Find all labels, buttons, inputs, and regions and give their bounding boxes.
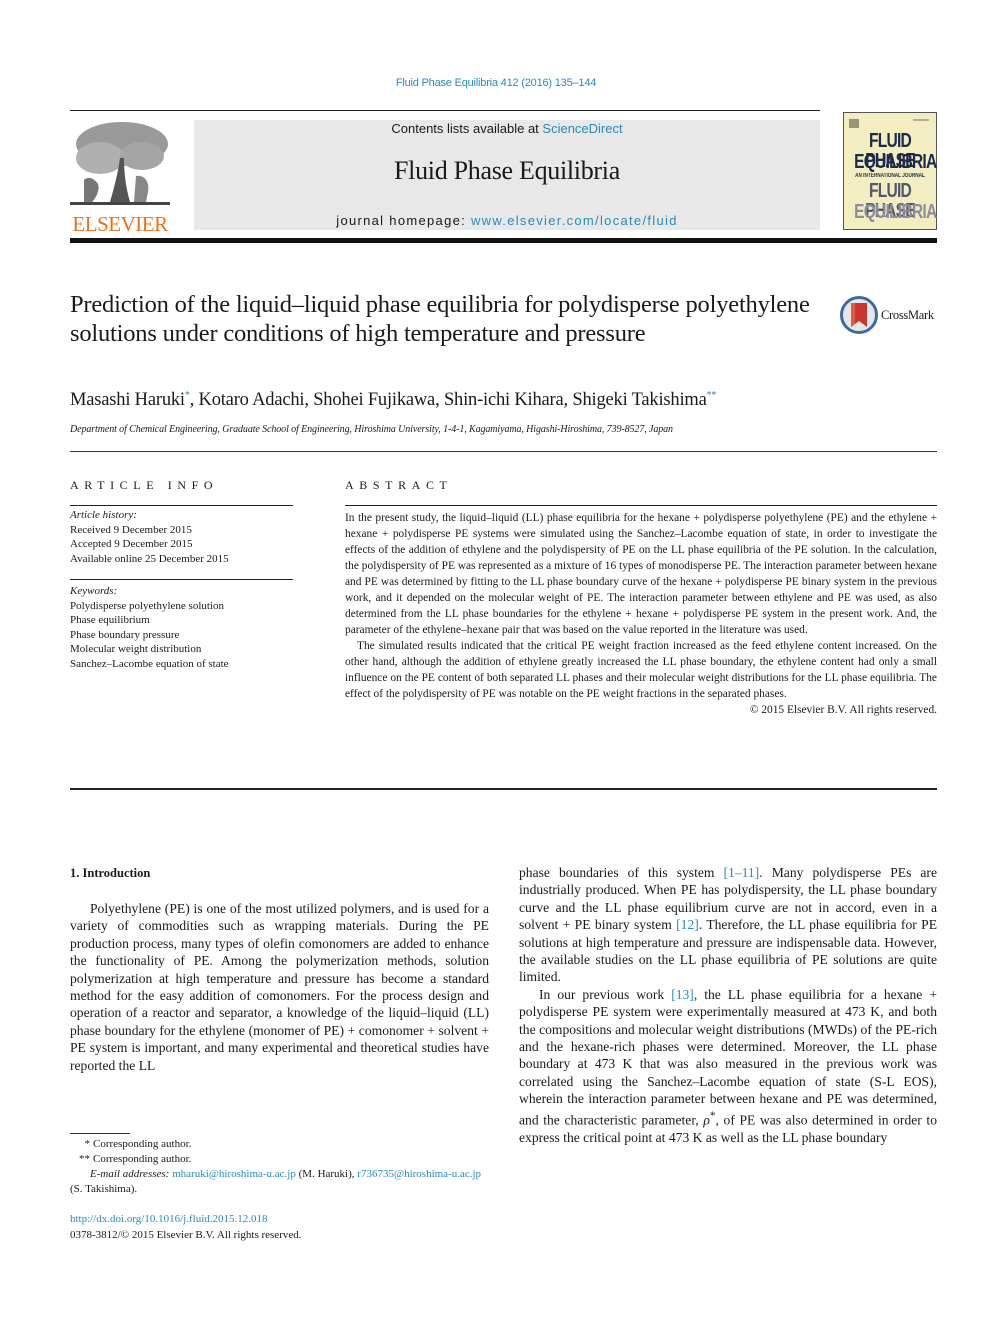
article-title: Prediction of the liquid–liquid phase eq… bbox=[70, 291, 810, 347]
affiliation: Department of Chemical Engineering, Grad… bbox=[70, 424, 673, 435]
section-rule bbox=[70, 451, 937, 452]
abstract-copyright: © 2015 Elsevier B.V. All rights reserved… bbox=[749, 704, 937, 716]
author-name: Kotaro Adachi bbox=[198, 390, 305, 410]
keyword-item: Phase equilibrium bbox=[70, 614, 150, 626]
elsevier-wordmark: ELSEVIER bbox=[72, 212, 168, 236]
keywords-label: Keywords: bbox=[70, 585, 118, 597]
body-column-right: phase boundaries of this system [1–11]. … bbox=[519, 864, 937, 1146]
cover-elsevier-icon bbox=[849, 119, 859, 128]
email-owner: (S. Takishima). bbox=[70, 1183, 138, 1195]
keyword-item: Molecular weight distribution bbox=[70, 643, 202, 655]
abstract-body: In the present study, the liquid–liquid … bbox=[345, 510, 937, 718]
history-item: Available online 25 December 2015 bbox=[70, 552, 229, 565]
crossmark-button[interactable]: CrossMark bbox=[840, 296, 940, 334]
crossmark-label: CrossMark bbox=[881, 308, 934, 322]
footnote-item: ** Corresponding author. bbox=[70, 1152, 489, 1167]
keyword-item: Sanchez–Lacombe equation of state bbox=[70, 657, 229, 670]
reference-link[interactable]: [12] bbox=[676, 917, 699, 932]
abstract-rule bbox=[345, 505, 937, 506]
author-name: Shin-ichi Kihara bbox=[443, 390, 564, 410]
article-info-rule bbox=[70, 579, 293, 580]
body-text: In our previous work bbox=[539, 986, 672, 1002]
keyword-item: Phase boundary pressure bbox=[70, 628, 180, 641]
section-heading-introduction: 1. Introduction bbox=[70, 866, 151, 880]
journal-homepage-link[interactable]: www.elsevier.com/locate/fluid bbox=[471, 213, 678, 228]
article-info-rule bbox=[70, 505, 293, 506]
header-rule bbox=[70, 110, 820, 111]
journal-citation-link[interactable]: Fluid Phase Equilibria 412 (2016) 135–14… bbox=[0, 77, 992, 89]
body-text: phase boundaries of this system bbox=[519, 865, 724, 880]
body-paragraph: Polyethylene (PE) is one of the most uti… bbox=[70, 901, 489, 1073]
article-history: Article history: Received 9 December 201… bbox=[70, 508, 229, 566]
doi-link[interactable]: http://dx.doi.org/10.1016/j.fluid.2015.1… bbox=[70, 1213, 268, 1225]
article-history-label: Article history: bbox=[70, 509, 137, 521]
footnote-mark: ** bbox=[79, 1153, 90, 1165]
cover-line: EQUILIBRIA bbox=[854, 151, 937, 173]
article-info-heading: ARTICLE INFO bbox=[70, 478, 219, 492]
footnote-item: * Corresponding author. bbox=[70, 1137, 489, 1152]
elsevier-logo[interactable]: ELSEVIER bbox=[70, 118, 170, 236]
footnote-text: Corresponding author. bbox=[93, 1138, 192, 1150]
journal-banner: Contents lists available at ScienceDirec… bbox=[194, 120, 820, 230]
email-owner: (M. Haruki), bbox=[295, 1168, 358, 1180]
history-item: Accepted 9 December 2015 bbox=[70, 538, 193, 550]
abstract-heading: ABSTRACT bbox=[345, 478, 453, 492]
footnote-emails: E-mail addresses: mharuki@hiroshima-u.ac… bbox=[70, 1167, 489, 1197]
homepage-line: journal homepage: www.elsevier.com/locat… bbox=[194, 213, 820, 228]
corresponding-author-mark[interactable]: ** bbox=[707, 390, 717, 401]
body-paragraph: In our previous work [13], the LL phase … bbox=[519, 986, 937, 1146]
footnote-rule bbox=[70, 1133, 130, 1134]
abstract-paragraph: The simulated results indicated that the… bbox=[345, 640, 937, 700]
elsevier-tree-icon bbox=[70, 118, 170, 210]
reference-link[interactable]: [1–11] bbox=[724, 865, 760, 880]
contents-line: Contents lists available at ScienceDirec… bbox=[194, 121, 820, 136]
body-paragraph: phase boundaries of this system [1–11]. … bbox=[519, 864, 937, 986]
doi-block: http://dx.doi.org/10.1016/j.fluid.2015.1… bbox=[70, 1211, 302, 1243]
journal-title: Fluid Phase Equilibria bbox=[394, 156, 620, 185]
reference-link[interactable]: [13] bbox=[671, 987, 694, 1002]
footnote-text: Corresponding author. bbox=[93, 1153, 192, 1165]
crossmark-icon bbox=[840, 296, 878, 334]
homepage-prefix: journal homepage: bbox=[336, 213, 471, 228]
body-text: , the LL phase equilibria for a hexane +… bbox=[519, 986, 937, 1128]
email-label: E-mail addresses: bbox=[90, 1168, 170, 1180]
footnotes: * Corresponding author. ** Corresponding a… bbox=[70, 1137, 489, 1197]
sciencedirect-link[interactable]: ScienceDirect bbox=[542, 121, 622, 136]
keyword-item: Polydisperse polyethylene solution bbox=[70, 599, 224, 612]
author-name: Shigeki Takishima bbox=[572, 390, 707, 410]
history-item: Received 9 December 2015 bbox=[70, 523, 192, 536]
abstract-paragraph: In the present study, the liquid–liquid … bbox=[345, 512, 937, 636]
author-name: Masashi Haruki bbox=[70, 390, 185, 410]
cover-subtitle: AN INTERNATIONAL JOURNAL bbox=[855, 173, 925, 179]
email-link[interactable]: mharuki@hiroshima-u.ac.jp bbox=[172, 1168, 296, 1180]
keywords: Keywords: Polydisperse polyethylene solu… bbox=[70, 584, 229, 671]
cover-line: EQUILIBRIA bbox=[854, 201, 937, 223]
corresponding-author-mark[interactable]: * bbox=[185, 390, 190, 401]
issn-copyright: 0378-3812/© 2015 Elsevier B.V. All right… bbox=[70, 1229, 302, 1241]
cover-issn-mark bbox=[913, 119, 929, 121]
email-link[interactable]: r736735@hiroshima-u.ac.jp bbox=[357, 1168, 481, 1180]
author-name: Shohei Fujikawa bbox=[313, 390, 436, 410]
contents-prefix: Contents lists available at bbox=[391, 121, 543, 136]
author-list: Masashi Haruki*, Kotaro Adachi, Shohei F… bbox=[70, 390, 717, 410]
body-column-left: Polyethylene (PE) is one of the most uti… bbox=[70, 900, 489, 1074]
journal-cover[interactable]: FLUID PHASE EQUILIBRIA AN INTERNATIONAL … bbox=[843, 112, 937, 230]
footnote-mark: * bbox=[84, 1138, 91, 1150]
abstract-end-rule bbox=[70, 788, 937, 790]
header-thick-rule bbox=[70, 238, 937, 243]
